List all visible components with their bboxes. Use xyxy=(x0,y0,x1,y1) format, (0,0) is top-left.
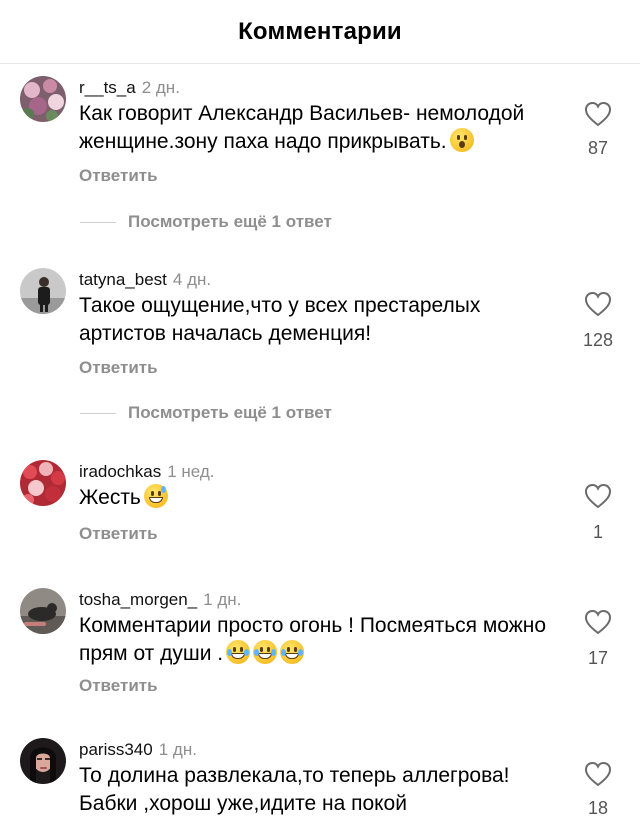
astonished-emoji-icon xyxy=(449,128,474,152)
reply-button[interactable]: Ответить xyxy=(79,166,158,186)
timestamp: 1 нед. xyxy=(167,462,215,481)
header-bar: Комментарии xyxy=(0,0,640,64)
heart-outline-icon[interactable] xyxy=(583,482,613,510)
comment-text: Такое ощущение,что у всех престарелых ар… xyxy=(79,294,481,345)
comment-text: Жесть xyxy=(79,484,559,512)
timestamp: 4 дн. xyxy=(172,270,212,289)
heart-outline-icon[interactable] xyxy=(583,100,613,128)
like-count: 87 xyxy=(587,138,609,158)
timestamp: 1 дн. xyxy=(203,590,242,609)
view-more-replies-button[interactable]: Посмотреть ещё 1 ответ xyxy=(80,212,332,232)
username[interactable]: iradochkas xyxy=(79,462,161,481)
view-more-replies-label: Посмотреть ещё 1 ответ xyxy=(128,403,332,422)
like-count: 18 xyxy=(587,798,609,816)
username[interactable]: tatyna_best xyxy=(79,270,167,289)
comment-meta: tatyna_best 4 дн. xyxy=(79,270,211,290)
comment-text: То долина развлекала,то теперь аллегрова… xyxy=(79,764,510,815)
comment-text: Как говорит Александр Васильев- немолодо… xyxy=(79,100,559,156)
avatar[interactable] xyxy=(20,76,66,122)
tears-of-joy-emoji-icon xyxy=(280,640,305,664)
view-more-replies-button[interactable]: Посмотреть ещё 1 ответ xyxy=(80,403,332,423)
heart-outline-icon[interactable] xyxy=(583,290,613,318)
comment-meta: iradochkas 1 нед. xyxy=(79,462,215,482)
tears-of-joy-emoji-icon xyxy=(226,640,251,664)
avatar[interactable] xyxy=(20,460,66,506)
tears-of-joy-emoji-icon xyxy=(253,640,278,664)
reply-button[interactable]: Ответить xyxy=(79,676,158,696)
comment-text-body: Жесть xyxy=(79,486,141,509)
heart-outline-icon[interactable] xyxy=(583,760,613,788)
comment-text-body: Комментарии просто огонь ! Посмеяться мо… xyxy=(79,614,547,665)
comment-meta: r__ts_a 2 дн. xyxy=(79,78,180,98)
avatar[interactable] xyxy=(20,268,66,314)
reply-button[interactable]: Ответить xyxy=(79,358,158,378)
avatar[interactable] xyxy=(20,588,66,634)
username[interactable]: pariss340 xyxy=(79,740,153,759)
timestamp: 1 дн. xyxy=(158,740,197,759)
comment-meta: tosha_morgen_ 1 дн. xyxy=(79,590,241,610)
username[interactable]: tosha_morgen_ xyxy=(79,590,197,609)
divider xyxy=(80,221,116,223)
reply-button[interactable]: Ответить xyxy=(79,524,158,544)
page-title: Комментарии xyxy=(238,17,402,45)
grinning-sweat-emoji-icon xyxy=(143,484,168,508)
username[interactable]: r__ts_a xyxy=(79,78,136,97)
like-count: 1 xyxy=(592,522,603,542)
comment-text: Комментарии просто огонь ! Посмеяться мо… xyxy=(79,612,559,668)
divider xyxy=(80,412,116,414)
like-count: 17 xyxy=(587,648,609,668)
comment-meta: pariss340 1 дн. xyxy=(79,740,197,760)
heart-outline-icon[interactable] xyxy=(583,608,613,636)
timestamp: 2 дн. xyxy=(141,78,180,97)
view-more-replies-label: Посмотреть ещё 1 ответ xyxy=(128,212,332,231)
like-count: 128 xyxy=(582,330,614,350)
avatar[interactable] xyxy=(20,738,66,784)
